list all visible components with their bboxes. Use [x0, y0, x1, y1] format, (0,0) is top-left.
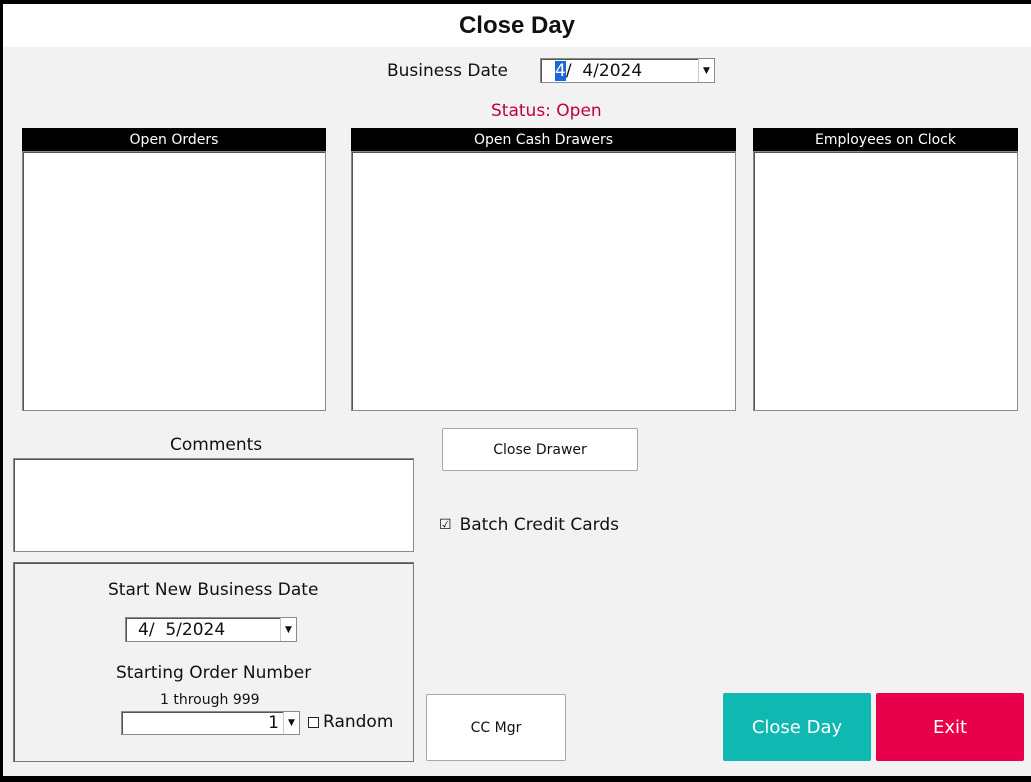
batch-credit-cards-checkbox[interactable]: ☑ Batch Credit Cards	[439, 515, 619, 535]
close-day-button[interactable]: Close Day	[723, 693, 871, 761]
starting-order-number-value: 1	[268, 713, 279, 733]
batch-credit-cards-label: Batch Credit Cards	[459, 515, 619, 535]
random-label: Random	[323, 712, 394, 732]
chevron-down-icon[interactable]: ▼	[698, 59, 714, 82]
business-date-label: Business Date	[387, 61, 509, 81]
status-text: Status: Open	[491, 101, 602, 121]
comments-label: Comments	[170, 435, 263, 455]
close-drawer-button[interactable]: Close Drawer	[442, 428, 638, 471]
new-business-date-value: 4/ 5/2024	[138, 619, 226, 640]
chevron-down-icon[interactable]: ▼	[283, 712, 299, 734]
open-orders-list[interactable]	[22, 151, 326, 411]
chevron-down-icon[interactable]: ▼	[280, 618, 296, 641]
employees-on-clock-list[interactable]	[753, 151, 1018, 411]
new-business-date-picker[interactable]: 4/ 5/2024 ▼	[125, 617, 297, 642]
exit-button[interactable]: Exit	[876, 693, 1024, 761]
starting-order-number-label: Starting Order Number	[116, 663, 312, 683]
open-cash-drawers-list[interactable]	[351, 151, 736, 411]
open-cash-drawers-header: Open Cash Drawers	[351, 128, 736, 151]
start-new-business-date-label: Start New Business Date	[108, 580, 319, 600]
comments-field[interactable]	[13, 458, 414, 552]
business-date-rest: / 4/2024	[565, 60, 643, 81]
cc-mgr-button[interactable]: CC Mgr	[426, 694, 566, 761]
checkbox-checked-icon[interactable]: ☑	[439, 517, 452, 533]
random-checkbox[interactable]: Random	[308, 712, 393, 732]
business-date-picker[interactable]: 4/ 4/2024 ▼	[540, 58, 715, 83]
title-bar: Close Day	[3, 4, 1031, 47]
open-orders-header: Open Orders	[22, 128, 326, 151]
starting-order-number-input[interactable]: 1 ▼	[121, 711, 300, 735]
order-number-range: 1 through 999	[160, 692, 260, 708]
checkbox-unchecked-icon[interactable]	[308, 716, 319, 728]
employees-on-clock-header: Employees on Clock	[753, 128, 1018, 151]
window-title: Close Day	[458, 11, 576, 39]
business-date-month: 4	[555, 60, 566, 81]
